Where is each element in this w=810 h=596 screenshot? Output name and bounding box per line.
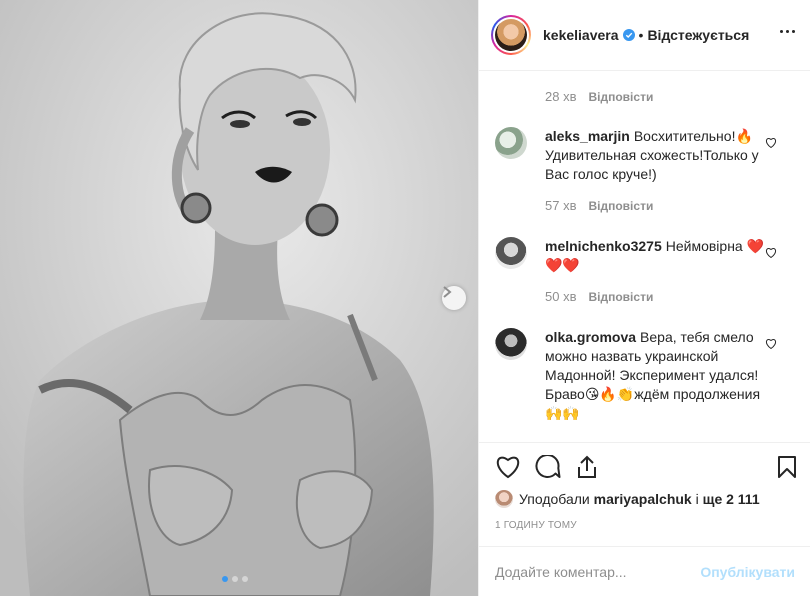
- reply-button[interactable]: Відповісти: [588, 90, 653, 104]
- comment-time: 50 хв: [545, 289, 577, 304]
- portrait-image: [0, 0, 478, 596]
- comment-item: olka.gromova Вера, тебя смело можно назва…: [495, 328, 803, 423]
- heart-icon[interactable]: [765, 338, 777, 349]
- heart-icon[interactable]: [495, 455, 521, 479]
- commenter-username[interactable]: olka.gromova: [545, 329, 636, 345]
- likes-summary: Уподобали mariyapalchuk і ще 2 111: [495, 490, 760, 508]
- share-icon[interactable]: [575, 455, 599, 479]
- comment-text: melnichenko3275 Неймовірна ❤️❤️❤️: [545, 237, 765, 275]
- verified-badge-icon: [622, 29, 635, 41]
- bookmark-icon[interactable]: [777, 455, 797, 479]
- post-actions: Уподобали mariyapalchuk і ще 2 111 1 ГОД…: [479, 442, 810, 538]
- following-button[interactable]: Відстежується: [647, 27, 749, 43]
- more-options-icon[interactable]: [780, 30, 795, 33]
- comment-item: melnichenko3275 Неймовірна ❤️❤️❤️ 50 хв В…: [495, 237, 803, 304]
- comment-icon[interactable]: [535, 455, 561, 479]
- likes-middle: і: [695, 491, 699, 507]
- reply-button[interactable]: Відповісти: [588, 290, 653, 304]
- comment-time: 57 хв: [545, 198, 577, 213]
- likes-count[interactable]: ще 2 111: [703, 491, 760, 507]
- comment-meta: 57 хв Відповісти: [545, 198, 803, 213]
- commenter-username[interactable]: melnichenko3275: [545, 238, 662, 254]
- post-header: kekeliavera • Відстежується: [479, 0, 810, 71]
- reply-button[interactable]: Відповісти: [588, 199, 653, 213]
- post-photo[interactable]: [0, 0, 478, 596]
- commenter-avatar[interactable]: [495, 237, 527, 269]
- commenter-username[interactable]: aleks_marjin: [545, 128, 630, 144]
- likes-prefix: Уподобали: [519, 491, 590, 507]
- post-comment-button[interactable]: Опублікувати: [700, 564, 795, 580]
- liker-avatar[interactable]: [495, 490, 513, 508]
- comment-text: aleks_marjin Восхитительно!🔥 Удивительная…: [545, 127, 765, 184]
- commenter-avatar[interactable]: [495, 328, 527, 360]
- commenter-avatar[interactable]: [495, 127, 527, 159]
- comment-item: aleks_marjin Восхитительно!🔥 Удивительная…: [495, 127, 803, 213]
- post-side-panel: kekeliavera • Відстежується 28 хв Відпов…: [478, 0, 810, 596]
- carousel-dot: [222, 576, 228, 582]
- liker-username[interactable]: mariyapalchuk: [594, 491, 692, 507]
- comment-meta: 50 хв Відповісти: [545, 289, 803, 304]
- add-comment-bar: Опублікувати: [479, 546, 810, 596]
- author-username[interactable]: kekeliavera: [543, 27, 619, 43]
- carousel-dot: [242, 576, 248, 582]
- caption-meta: 28 хв Відповісти: [545, 89, 653, 104]
- post-timestamp[interactable]: 1 ГОДИНУ ТОМУ: [495, 520, 577, 531]
- comments-list[interactable]: 28 хв Відповісти aleks_marjin Восхититель…: [479, 72, 810, 442]
- carousel-indicator: [222, 576, 248, 582]
- author-avatar[interactable]: [495, 19, 527, 51]
- chevron-right-icon: [443, 286, 452, 298]
- comment-text: olka.gromova Вера, тебя смело можно назва…: [545, 328, 765, 423]
- comment-time: 28 хв: [545, 89, 577, 104]
- heart-icon[interactable]: [765, 247, 777, 258]
- comment-input[interactable]: [495, 563, 701, 580]
- author-avatar-ring[interactable]: [491, 15, 531, 55]
- header-separator: •: [638, 27, 644, 43]
- carousel-next-button[interactable]: [442, 286, 466, 310]
- heart-icon[interactable]: [765, 137, 777, 148]
- carousel-dot: [232, 576, 238, 582]
